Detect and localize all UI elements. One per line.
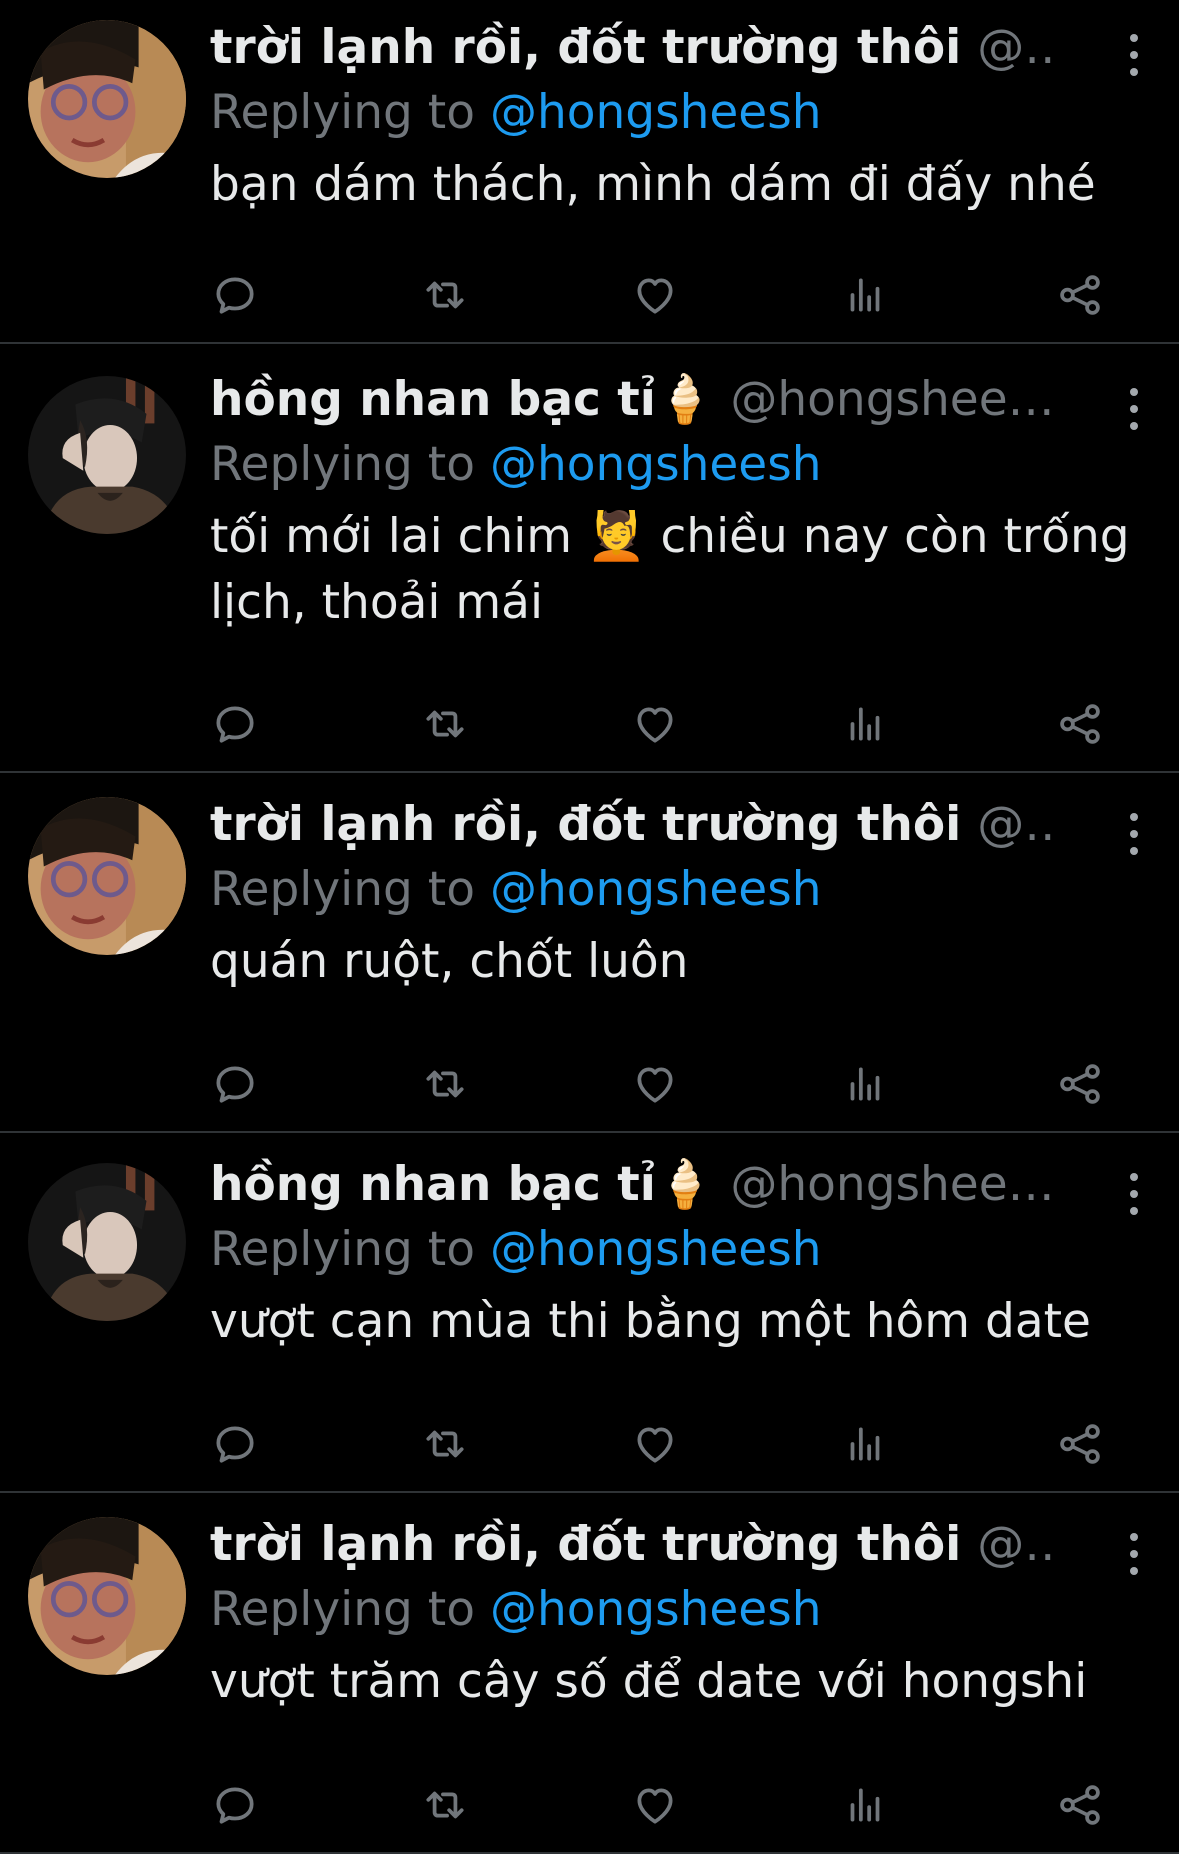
like-icon[interactable] [630, 1419, 680, 1469]
reply-context: Replying to @hongsheesh [210, 432, 1150, 498]
more-options-icon[interactable] [1119, 384, 1149, 434]
like-icon[interactable] [630, 699, 680, 749]
user-handle[interactable]: @n... [977, 797, 1060, 852]
reply-handle-link[interactable]: @hongsheesh [490, 437, 822, 492]
reply-handle-link[interactable]: @hongsheesh [490, 85, 822, 140]
reply-prefix: Replying to [210, 1222, 475, 1277]
tweet[interactable]: trời lạnh rồi, đốt trường thôi @n... Rep… [0, 0, 1179, 344]
tweet-text: vượt cạn mùa thi bằng một hôm date [210, 1294, 1091, 1349]
tweet[interactable]: hồng nhan bạc tỉ🍦 @hongshees... Replying… [0, 344, 1179, 773]
reply-handle-link[interactable]: @hongsheesh [490, 1582, 822, 1637]
action-bar [210, 1049, 1110, 1119]
display-name[interactable]: hồng nhan bạc tỉ🍦 [210, 1157, 714, 1212]
reply-handle-link[interactable]: @hongsheesh [490, 1222, 822, 1277]
action-bar [210, 1409, 1110, 1479]
more-options-icon[interactable] [1119, 1169, 1149, 1219]
views-icon[interactable] [840, 1419, 890, 1469]
avatar[interactable] [28, 1163, 186, 1321]
user-handle[interactable]: @hongshees... [730, 372, 1060, 427]
retweet-icon[interactable] [420, 1419, 470, 1469]
retweet-icon[interactable] [420, 1780, 470, 1830]
views-icon[interactable] [840, 1059, 890, 1109]
display-name[interactable]: trời lạnh rồi, đốt trường thôi [210, 1517, 961, 1572]
share-icon[interactable] [1055, 1419, 1105, 1469]
action-bar [210, 260, 1110, 330]
like-icon[interactable] [630, 270, 680, 320]
reply-context: Replying to @hongsheesh [210, 1217, 1150, 1283]
avatar[interactable] [28, 20, 186, 178]
retweet-icon[interactable] [420, 699, 470, 749]
tweet[interactable]: trời lạnh rồi, đốt trường thôi @n... Rep… [0, 1493, 1179, 1854]
tweet-text: bạn dám thách, mình dám đi đấy nhé [210, 157, 1096, 212]
reply-prefix: Replying to [210, 1582, 475, 1637]
reply-handle-link[interactable]: @hongsheesh [490, 862, 822, 917]
reply-icon[interactable] [210, 699, 260, 749]
action-bar [210, 1770, 1110, 1840]
reply-thread: trời lạnh rồi, đốt trường thôi @n... Rep… [0, 0, 1179, 1854]
user-handle[interactable]: @hongshees... [730, 1157, 1060, 1212]
more-options-icon[interactable] [1119, 30, 1149, 80]
more-options-icon[interactable] [1119, 1529, 1149, 1579]
reply-context: Replying to @hongsheesh [210, 857, 1150, 923]
tweet[interactable]: hồng nhan bạc tỉ🍦 @hongshees... Replying… [0, 1133, 1179, 1493]
user-handle[interactable]: @n... [977, 1517, 1060, 1572]
retweet-icon[interactable] [420, 270, 470, 320]
reply-prefix: Replying to [210, 85, 475, 140]
display-name[interactable]: trời lạnh rồi, đốt trường thôi [210, 797, 961, 852]
like-icon[interactable] [630, 1059, 680, 1109]
share-icon[interactable] [1055, 699, 1105, 749]
reply-prefix: Replying to [210, 437, 475, 492]
tweet-text: tối mới lai chim 💆 chiều nay còn trống l… [210, 509, 1130, 630]
avatar[interactable] [28, 1517, 186, 1675]
tweet-text: vượt trăm cây số để date với hongshi [210, 1654, 1088, 1709]
reply-icon[interactable] [210, 270, 260, 320]
views-icon[interactable] [840, 699, 890, 749]
reply-icon[interactable] [210, 1419, 260, 1469]
retweet-icon[interactable] [420, 1059, 470, 1109]
avatar[interactable] [28, 797, 186, 955]
reply-icon[interactable] [210, 1780, 260, 1830]
reply-context: Replying to @hongsheesh [210, 1577, 1150, 1643]
more-options-icon[interactable] [1119, 809, 1149, 859]
tweet[interactable]: trời lạnh rồi, đốt trường thôi @n... Rep… [0, 773, 1179, 1133]
share-icon[interactable] [1055, 1059, 1105, 1109]
action-bar [210, 689, 1110, 759]
reply-prefix: Replying to [210, 862, 475, 917]
display-name[interactable]: trời lạnh rồi, đốt trường thôi [210, 20, 961, 75]
user-handle[interactable]: @n... [977, 20, 1060, 75]
reply-icon[interactable] [210, 1059, 260, 1109]
reply-context: Replying to @hongsheesh [210, 80, 1150, 146]
share-icon[interactable] [1055, 270, 1105, 320]
share-icon[interactable] [1055, 1780, 1105, 1830]
views-icon[interactable] [840, 270, 890, 320]
views-icon[interactable] [840, 1780, 890, 1830]
display-name[interactable]: hồng nhan bạc tỉ🍦 [210, 372, 714, 427]
avatar[interactable] [28, 376, 186, 534]
like-icon[interactable] [630, 1780, 680, 1830]
tweet-text: quán ruột, chốt luôn [210, 934, 689, 989]
